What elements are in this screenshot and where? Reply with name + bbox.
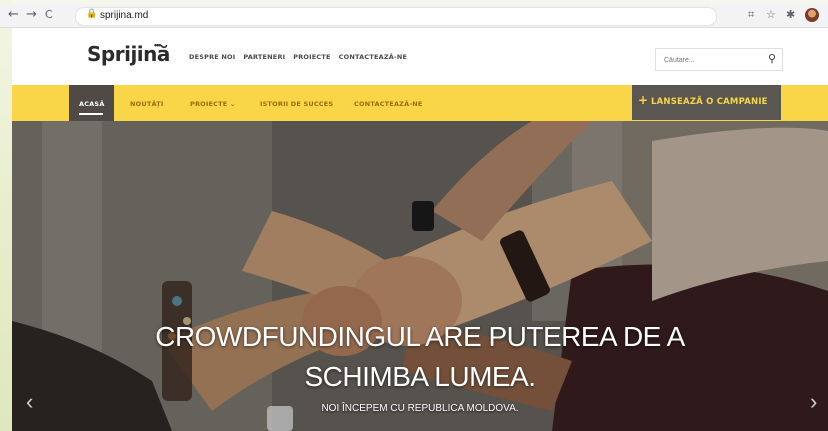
logo-dots-icon: ••• [154, 40, 162, 50]
hero-title-line1: CROWDFUNDINGUL ARE PUTEREA DE A [155, 321, 685, 352]
nav-item-noutati[interactable]: NOUTĂȚI [130, 100, 163, 108]
launch-campaign-label: LANSEAZĂ O CAMPANIE [651, 97, 768, 107]
nav-active-underline [79, 113, 103, 115]
forward-button[interactable]: → [26, 7, 37, 22]
plus-icon: + [638, 93, 649, 107]
hero-title-line2: SCHIMBA LUMEA. [304, 361, 536, 392]
top-link-contacteaza[interactable]: CONTACTEAZĂ-NE [339, 53, 408, 61]
browser-toolbar: ← → C 🔒 sprijina.md ⌗ ☆ ✱ [0, 5, 828, 28]
website: Sprijină ••• DESPRE NOI PARTENERI PROIEC… [12, 28, 828, 431]
translate-icon[interactable]: ⌗ [748, 8, 754, 22]
launch-campaign-button[interactable]: + LANSEAZĂ O CAMPANIE [632, 85, 781, 120]
nav-item-contacteaza[interactable]: CONTACTEAZĂ-NE [354, 100, 423, 108]
main-nav: ACASĂ NOUTĂȚI PROIECTE ⌄ ISTORII DE SUCC… [12, 85, 828, 121]
top-link-parteneri[interactable]: PARTENERI [243, 53, 285, 61]
address-bar[interactable]: 🔒 sprijina.md [75, 7, 717, 26]
nav-item-acasa[interactable]: ACASĂ [79, 100, 105, 108]
top-link-proiecte[interactable]: PROIECTE [293, 53, 330, 61]
reload-button[interactable]: C [45, 8, 53, 21]
left-decorative-frame [0, 0, 12, 431]
top-header: Sprijină ••• DESPRE NOI PARTENERI PROIEC… [12, 28, 828, 86]
address-url: sprijina.md [100, 10, 149, 21]
search-icon[interactable]: ⚲ [768, 52, 776, 65]
profile-avatar[interactable] [805, 8, 819, 22]
back-button[interactable]: ← [8, 7, 19, 22]
top-link-despre-noi[interactable]: DESPRE NOI [189, 53, 235, 61]
hero-subtitle: NOI ÎNCEPEM CU REPUBLICA MOLDOVA. [321, 403, 519, 414]
nav-item-istorii-de-succes[interactable]: ISTORII DE SUCCES [260, 100, 333, 108]
star-icon[interactable]: ☆ [766, 8, 776, 21]
lock-icon: 🔒 [86, 9, 98, 19]
search-box: ⚲ [655, 48, 783, 71]
nav-item-proiecte[interactable]: PROIECTE ⌄ [190, 100, 236, 108]
slider-next-arrow-icon[interactable]: › [810, 389, 817, 415]
slider-prev-arrow-icon[interactable]: ‹ [26, 389, 33, 415]
hero-slider: CROWDFUNDINGUL ARE PUTEREA DE A SCHIMBA … [12, 121, 828, 431]
top-links: DESPRE NOI PARTENERI PROIECTE CONTACTEAZ… [189, 53, 407, 61]
extensions-icon[interactable]: ✱ [786, 8, 795, 21]
search-input[interactable] [662, 52, 761, 68]
